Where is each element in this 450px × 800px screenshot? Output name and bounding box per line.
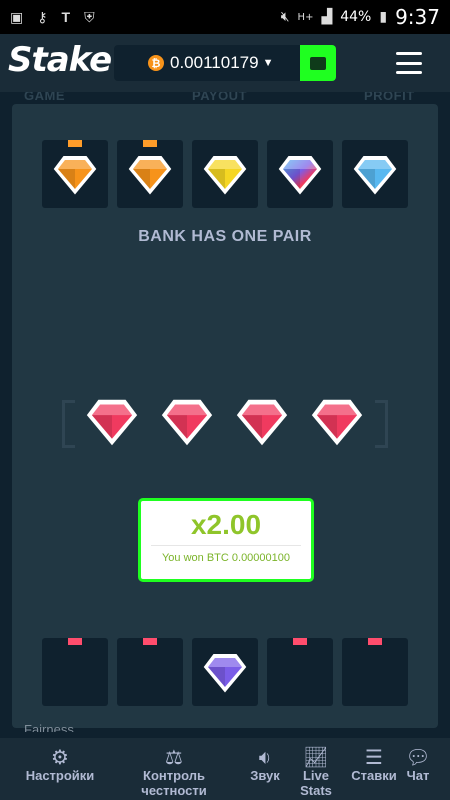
game-header: GAME	[24, 92, 65, 103]
red-gem-icon	[161, 399, 213, 446]
stake-logo[interactable]: Stake	[8, 40, 112, 80]
scale-icon: ⚖	[165, 745, 183, 769]
orange-gem-icon	[53, 156, 97, 195]
bank-card	[117, 140, 183, 208]
multicolor-gem-icon	[278, 156, 322, 195]
payout-header: PAYOUT	[192, 92, 248, 103]
wallet-icon	[310, 56, 326, 70]
win-message: You won BTC 0.00000100	[161, 552, 291, 564]
key-icon: ⚷	[37, 8, 48, 25]
nav-live-stats-label: Live Stats	[300, 768, 332, 798]
nav-settings-label: Настройки	[25, 768, 95, 783]
blue-gem-icon	[353, 156, 397, 195]
result-gem	[236, 395, 288, 452]
purple-gem-icon	[203, 654, 247, 693]
nav-chat[interactable]: 💬︎ Чат	[402, 746, 434, 783]
network-type: H+	[297, 11, 314, 23]
card-tab	[68, 140, 82, 147]
player-card	[42, 638, 108, 706]
card-tab	[368, 638, 382, 645]
image-icon: ▣	[10, 8, 24, 25]
card-tab	[143, 638, 157, 645]
left-bracket	[62, 400, 75, 448]
nav-sound[interactable]: 🔉︎ Звук	[242, 746, 288, 783]
gear-icon: ⚙	[51, 745, 69, 769]
nav-bets-label: Ставки	[351, 768, 397, 783]
menu-bar	[396, 71, 422, 74]
bottom-nav: ⚙ Настройки ⚖ Контроль честности 🔉︎ Звук…	[0, 738, 450, 800]
result-gem	[86, 395, 138, 452]
menu-bar	[396, 61, 422, 65]
bank-card	[267, 140, 333, 208]
bank-card	[192, 140, 258, 208]
chevron-down-icon: ▼	[262, 57, 274, 69]
nav-live-stats[interactable]: 📈︎ Live Stats	[294, 746, 338, 798]
chat-icon: 💬︎	[405, 745, 431, 769]
menu-bar	[396, 52, 422, 55]
bank-card	[342, 140, 408, 208]
win-divider	[151, 545, 301, 546]
result-gem	[311, 395, 363, 452]
card-tab	[293, 638, 307, 645]
bank-result-message: BANK HAS ONE PAIR	[138, 228, 312, 245]
result-gem	[161, 395, 213, 452]
player-card	[342, 638, 408, 706]
nav-sound-label: Звук	[250, 768, 280, 783]
orange-gem-icon	[128, 156, 172, 195]
top-bar: Stake ₿ 0.00110179 ▼	[0, 34, 450, 92]
battery-icon: ▮	[379, 9, 388, 25]
bitcoin-icon: ₿	[148, 55, 164, 71]
mute-icon: 🔇︎	[280, 9, 290, 25]
win-multiplier: x2.00	[190, 509, 262, 540]
status-bar: ▣ ⚷ T ⛨ 🔇︎ H+ ▟ 44% ▮ 9:37	[0, 0, 450, 34]
card-tab	[68, 638, 82, 645]
nav-settings[interactable]: ⚙ Настройки	[16, 746, 104, 783]
red-gem-icon	[311, 399, 363, 446]
t-icon: T	[61, 9, 71, 25]
chart-icon: 📈︎	[303, 745, 329, 769]
player-card	[267, 638, 333, 706]
speaker-icon: 🔉︎	[258, 745, 272, 769]
fairness-link[interactable]: Fairness	[24, 722, 74, 732]
card-tab	[143, 140, 157, 147]
background-headers: GAME PAYOUT PROFIT	[0, 92, 450, 104]
nav-chat-label: Чат	[406, 768, 430, 783]
yellow-gem-icon	[203, 156, 247, 195]
list-icon: ☰	[365, 745, 383, 769]
battery-percentage: 44%	[340, 9, 372, 25]
red-gem-icon	[86, 399, 138, 446]
clock: 9:37	[395, 5, 440, 29]
player-card	[117, 638, 183, 706]
bank-card	[42, 140, 108, 208]
win-popup: x2.00 You won BTC 0.00000100	[138, 498, 314, 582]
signal-icon: ▟	[321, 9, 333, 25]
balance-selector[interactable]: ₿ 0.00110179 ▼	[114, 45, 302, 81]
nav-bets[interactable]: ☰ Ставки	[346, 746, 402, 783]
right-bracket	[375, 400, 388, 448]
menu-button[interactable]	[396, 52, 422, 74]
shield-icon: ⛨	[84, 8, 95, 25]
profit-header: PROFIT	[364, 92, 415, 103]
nav-fairness[interactable]: ⚖ Контроль честности	[120, 746, 228, 798]
balance-value: 0.00110179	[170, 53, 259, 72]
red-gem-icon	[236, 399, 288, 446]
player-card	[192, 638, 258, 706]
nav-fairness-label: Контроль честности	[141, 768, 207, 798]
wallet-button[interactable]	[300, 45, 336, 81]
